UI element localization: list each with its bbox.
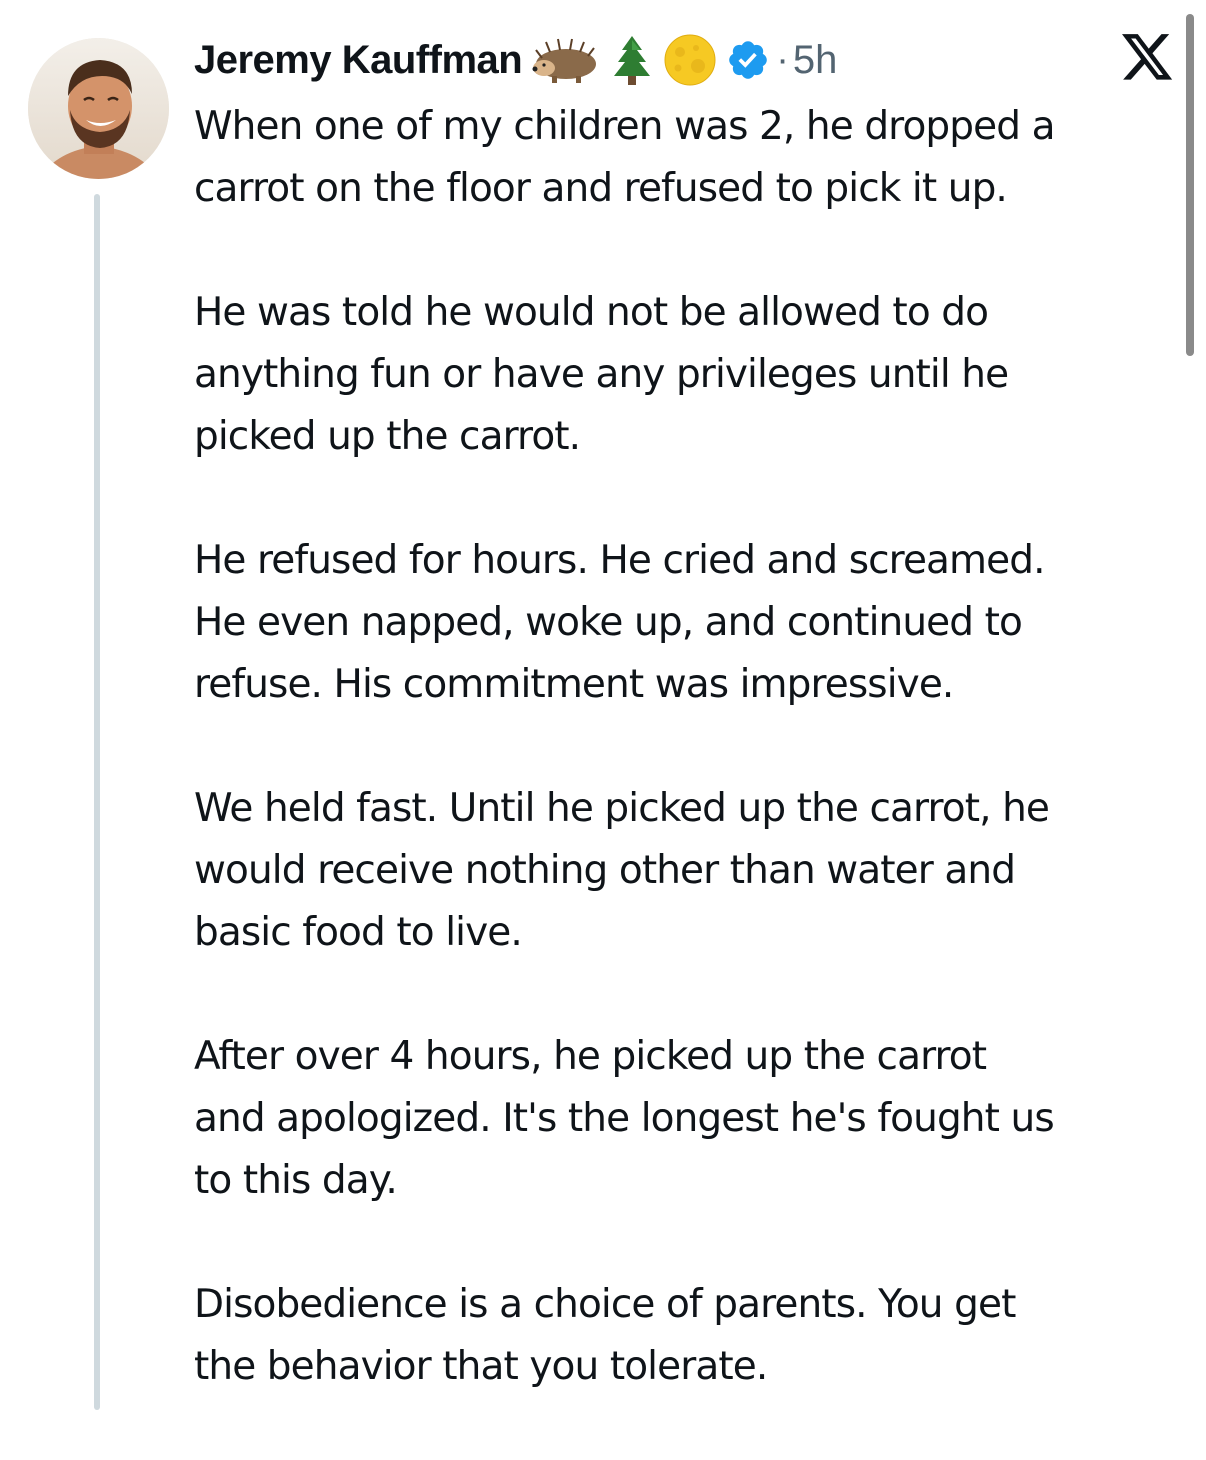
tweet-paragraph: He refused for hours. He cried and screa… (194, 530, 1184, 716)
tweet-line: anything fun or have any privileges unti… (194, 352, 1009, 397)
thread-connector-line (94, 194, 100, 1410)
scrollbar[interactable] (1186, 14, 1194, 356)
author-name[interactable]: Jeremy Kauffman (194, 38, 523, 83)
tweet-line: the behavior that you tolerate. (194, 1344, 768, 1389)
hedgehog-emoji (532, 34, 602, 86)
tweet-line: and apologized. It's the longest he's fo… (194, 1096, 1055, 1141)
tweet-line: When one of my children was 2, he droppe… (194, 104, 1055, 149)
tweet-paragraph: When one of my children was 2, he droppe… (194, 96, 1184, 220)
tweet-line: refuse. His commitment was impressive. (194, 662, 954, 707)
tweet-line: He even napped, woke up, and continued t… (194, 600, 1023, 645)
tweet-line: to this day. (194, 1158, 398, 1203)
tweet-header: Jeremy Kauffman · 5h (194, 30, 837, 90)
tweet-paragraph: He was told he would not be allowed to d… (194, 282, 1184, 468)
tweet-line: basic food to live. (194, 910, 523, 955)
x-logo-icon[interactable] (1122, 34, 1174, 82)
evergreen-tree-emoji (612, 34, 652, 86)
tweet-paragraph: After over 4 hours, he picked up the car… (194, 1026, 1184, 1212)
tweet-line: Disobedience is a choice of parents. You… (194, 1282, 1016, 1327)
tweet-line: carrot on the floor and refused to pick … (194, 166, 1008, 211)
tweet-paragraph: Disobedience is a choice of parents. You… (194, 1274, 1184, 1398)
tweet-line: We held fast. Until he picked up the car… (194, 786, 1050, 831)
avatar[interactable] (28, 38, 169, 179)
tweet-paragraph: We held fast. Until he picked up the car… (194, 778, 1184, 964)
verified-badge-icon[interactable] (726, 38, 770, 82)
tweet-line: picked up the carrot. (194, 414, 581, 459)
tweet-timestamp[interactable]: 5h (793, 38, 838, 83)
full-moon-emoji (662, 34, 718, 86)
header-separator: · (776, 38, 789, 81)
tweet-line: He was told he would not be allowed to d… (194, 290, 989, 335)
tweet-line: He refused for hours. He cried and screa… (194, 538, 1045, 583)
tweet-line: After over 4 hours, he picked up the car… (194, 1034, 987, 1079)
tweet-line: would receive nothing other than water a… (194, 848, 1016, 893)
tweet-text: When one of my children was 2, he droppe… (194, 96, 1184, 1460)
